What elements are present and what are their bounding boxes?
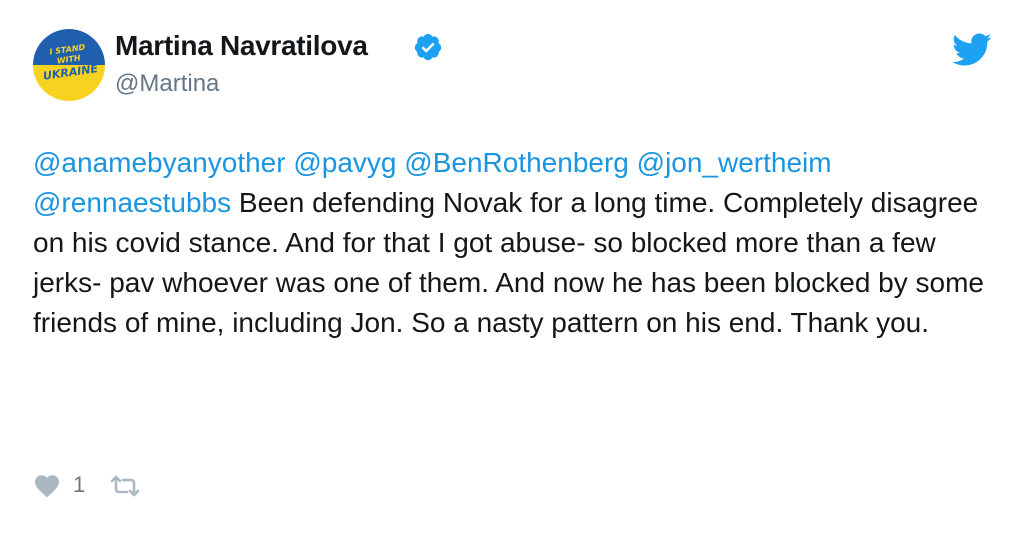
- tweet-card: I STAND WITH UKRAINE Martina Navratilova…: [0, 0, 1024, 536]
- author-display-name[interactable]: Martina Navratilova: [115, 30, 368, 62]
- twitter-bird-icon[interactable]: [952, 33, 992, 67]
- mention-link[interactable]: @BenRothenberg: [404, 147, 629, 178]
- author-handle[interactable]: @Martina: [115, 70, 219, 98]
- verified-badge-icon: [414, 33, 442, 61]
- avatar-slogan: I STAND WITH UKRAINE: [35, 41, 103, 83]
- retweet-icon[interactable]: [109, 474, 141, 498]
- heart-icon[interactable]: [33, 472, 61, 498]
- mention-link[interactable]: @pavyg: [293, 147, 396, 178]
- mention-link[interactable]: @jon_wertheim: [637, 147, 832, 178]
- mention-link[interactable]: @anamebyanyother: [33, 147, 286, 178]
- avatar[interactable]: I STAND WITH UKRAINE: [33, 29, 105, 101]
- mention-link[interactable]: @rennaestubbs: [33, 187, 231, 218]
- like-count: 1: [73, 472, 86, 497]
- tweet-text: @anamebyanyother @pavyg @BenRothenberg @…: [33, 143, 1003, 343]
